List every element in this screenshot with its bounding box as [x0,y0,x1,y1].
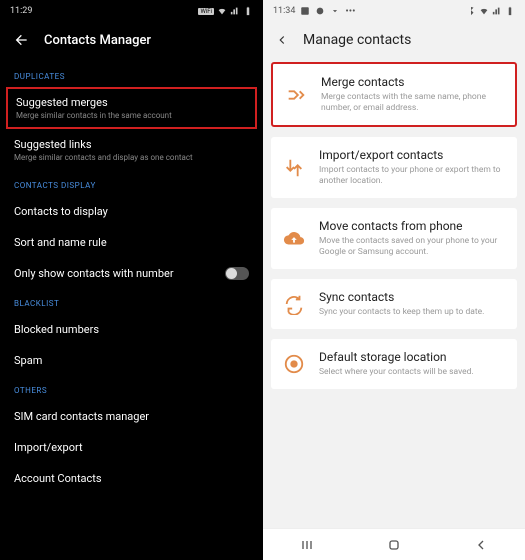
header-left: Contacts Manager [0,22,263,62]
battery-icon [243,6,253,16]
storage-icon [283,353,305,375]
sync-desc: Sync your contacts to keep them up to da… [319,307,503,318]
storage-desc: Select where your contacts will be saved… [319,367,503,378]
navbar-right [263,528,525,560]
import-desc: Import contacts to your phone or export … [319,165,503,187]
status-icons-left: WiFi [198,6,253,16]
account-contacts-title: Account Contacts [14,472,249,485]
sync-icon [283,293,305,315]
merge-icon [285,84,307,106]
sync-contacts-card[interactable]: Sync contacts Sync your contacts to keep… [271,279,517,329]
merge-title: Merge contacts [321,75,501,89]
suggested-merges-row[interactable]: Suggested merges Merge similar contacts … [6,87,257,129]
import-export-title: Import/export [14,441,249,454]
sim-contacts-row[interactable]: SIM card contacts manager [0,401,263,432]
import-export-card[interactable]: Import/export contacts Import contacts t… [271,137,517,198]
section-display-label: CONTACTS DISPLAY [0,171,263,196]
sort-rule-row[interactable]: Sort and name rule [0,227,263,258]
section-blacklist-label: BLACKLIST [0,289,263,314]
merge-desc: Merge contacts with the same name, phone… [321,92,501,114]
status-time: 11:29 [10,6,32,16]
move-desc: Move the contacts saved on your phone to… [319,236,503,258]
blocked-numbers-row[interactable]: Blocked numbers [0,314,263,345]
import-export-icon [283,157,305,179]
cloud-upload-icon [283,228,305,250]
page-title-left: Contacts Manager [44,33,151,48]
battery-icon [505,6,515,16]
cards-container: Merge contacts Merge contacts with the s… [263,62,525,389]
phone-left: 11:29 WiFi Contacts Manager DUPLICATES S… [0,0,263,560]
back-nav-icon[interactable] [473,537,489,553]
contacts-to-display-title: Contacts to display [14,205,249,218]
header-right: Manage contacts [263,22,525,62]
only-number-toggle[interactable] [225,267,249,280]
storage-location-card[interactable]: Default storage location Select where yo… [271,339,517,389]
spam-title: Spam [14,354,249,367]
section-others-label: OTHERS [0,376,263,401]
sort-rule-title: Sort and name rule [14,236,249,249]
only-number-row[interactable]: Only show contacts with number [0,258,263,289]
storage-title: Default storage location [319,350,503,364]
contacts-to-display-row[interactable]: Contacts to display [0,196,263,227]
suggested-merges-title: Suggested merges [16,96,247,109]
page-title-right: Manage contacts [303,32,411,48]
signal-icon [230,6,240,16]
recents-nav-icon[interactable] [299,537,315,553]
status-bar-left: 11:29 WiFi [0,0,263,22]
picture-icon [300,6,310,16]
status-icons-right [466,6,515,16]
wifi-icon [479,6,489,16]
only-number-title: Only show contacts with number [14,267,174,280]
move-contacts-card[interactable]: Move contacts from phone Move the contac… [271,208,517,269]
suggested-links-title: Suggested links [14,138,249,151]
suggested-links-desc: Merge similar contacts and display as on… [14,153,249,162]
import-export-row[interactable]: Import/export [0,432,263,463]
home-nav-icon[interactable] [386,537,402,553]
sim-contacts-title: SIM card contacts manager [14,410,249,423]
spam-row[interactable]: Spam [0,345,263,376]
camera-icon [315,6,325,16]
download-icon [330,6,340,16]
move-title: Move contacts from phone [319,219,503,233]
import-title: Import/export contacts [319,148,503,162]
suggested-merges-desc: Merge similar contacts in the same accou… [16,111,247,120]
signal-icon [492,6,502,16]
sync-title: Sync contacts [319,290,503,304]
section-duplicates-label: DUPLICATES [0,62,263,87]
status-time-right: 11:34 [273,6,295,16]
account-contacts-row[interactable]: Account Contacts [0,463,263,494]
status-bar-right: 11:34 ••• [263,0,525,22]
suggested-links-row[interactable]: Suggested links Merge similar contacts a… [0,129,263,171]
more-icon: ••• [345,6,355,17]
chevron-back-icon[interactable] [275,33,289,47]
back-arrow-icon[interactable] [14,32,30,48]
bluetooth-icon [466,6,476,16]
wifi-badge-icon: WiFi [198,8,214,15]
merge-contacts-card[interactable]: Merge contacts Merge contacts with the s… [271,62,517,127]
blocked-numbers-title: Blocked numbers [14,323,249,336]
phone-right: 11:34 ••• Manage contacts Merge contacts… [263,0,525,560]
wifi-icon [217,6,227,16]
